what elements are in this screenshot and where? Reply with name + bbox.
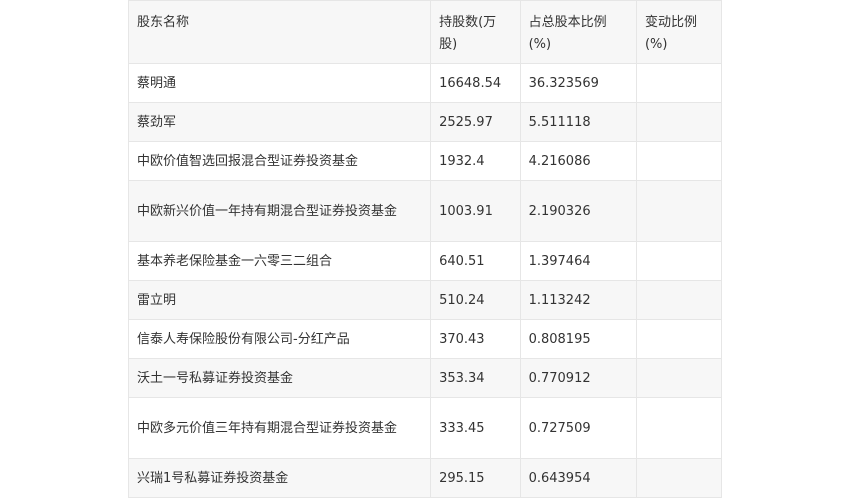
cell-change [635,397,723,459]
cell-shares: 1003.91 [430,180,521,242]
cell-ratio: 0.643954 [519,458,637,498]
cell-change [635,102,723,142]
cell-name: 信泰人寿保险股份有限公司-分红产品 [127,319,432,359]
cell-ratio: 1.113242 [519,280,637,320]
cell-shares: 510.24 [430,280,521,320]
cell-change [635,280,723,320]
cell-shares: 640.51 [430,241,521,281]
cell-shares: 2525.97 [430,102,521,142]
cell-ratio: 0.770912 [519,358,637,398]
cell-ratio: 1.397464 [519,241,637,281]
cell-shares: 1932.4 [430,141,521,181]
cell-shares: 333.45 [430,397,521,459]
table-row: 信泰人寿保险股份有限公司-分红产品 370.43 0.808195 [127,319,723,359]
cell-change [635,458,723,498]
table-header-row: 股东名称 持股数(万股) 占总股本比例(%) 变动比例(%) [127,0,723,64]
cell-ratio: 2.190326 [519,180,637,242]
cell-ratio: 5.511118 [519,102,637,142]
table-row: 雷立明 510.24 1.113242 [127,280,723,320]
cell-change [635,358,723,398]
cell-change [635,241,723,281]
table-row: 基本养老保险基金一六零三二组合 640.51 1.397464 [127,241,723,281]
table-body: 股东名称 持股数(万股) 占总股本比例(%) 变动比例(%) 蔡明通 16648.… [127,0,723,498]
shareholders-table: 股东名称 持股数(万股) 占总股本比例(%) 变动比例(%) 蔡明通 16648.… [127,0,723,498]
cell-name: 基本养老保险基金一六零三二组合 [127,241,432,281]
cell-shares: 295.15 [430,458,521,498]
header-shares: 持股数(万股) [430,0,521,64]
cell-ratio: 0.727509 [519,397,637,459]
cell-name: 兴瑞1号私募证券投资基金 [127,458,432,498]
cell-name: 中欧多元价值三年持有期混合型证券投资基金 [127,397,432,459]
table-row: 兴瑞1号私募证券投资基金 295.15 0.643954 [127,458,723,498]
cell-name: 沃土一号私募证券投资基金 [127,358,432,398]
table-row: 中欧多元价值三年持有期混合型证券投资基金 333.45 0.727509 [127,397,723,459]
cell-ratio: 4.216086 [519,141,637,181]
header-change: 变动比例(%) [635,0,723,64]
table-row: 中欧新兴价值一年持有期混合型证券投资基金 1003.91 2.190326 [127,180,723,242]
cell-shares: 353.34 [430,358,521,398]
cell-change [635,319,723,359]
cell-shares: 16648.54 [430,63,521,103]
cell-change [635,63,723,103]
cell-name: 蔡明通 [127,63,432,103]
table-row: 中欧价值智选回报混合型证券投资基金 1932.4 4.216086 [127,141,723,181]
table-row: 蔡劲军 2525.97 5.511118 [127,102,723,142]
table-row: 沃土一号私募证券投资基金 353.34 0.770912 [127,358,723,398]
header-name: 股东名称 [127,0,432,64]
cell-shares: 370.43 [430,319,521,359]
cell-change [635,180,723,242]
cell-name: 蔡劲军 [127,102,432,142]
cell-name: 雷立明 [127,280,432,320]
cell-name: 中欧价值智选回报混合型证券投资基金 [127,141,432,181]
table-row: 蔡明通 16648.54 36.323569 [127,63,723,103]
cell-name: 中欧新兴价值一年持有期混合型证券投资基金 [127,180,432,242]
header-ratio: 占总股本比例(%) [519,0,637,64]
cell-ratio: 0.808195 [519,319,637,359]
cell-ratio: 36.323569 [519,63,637,103]
cell-change [635,141,723,181]
